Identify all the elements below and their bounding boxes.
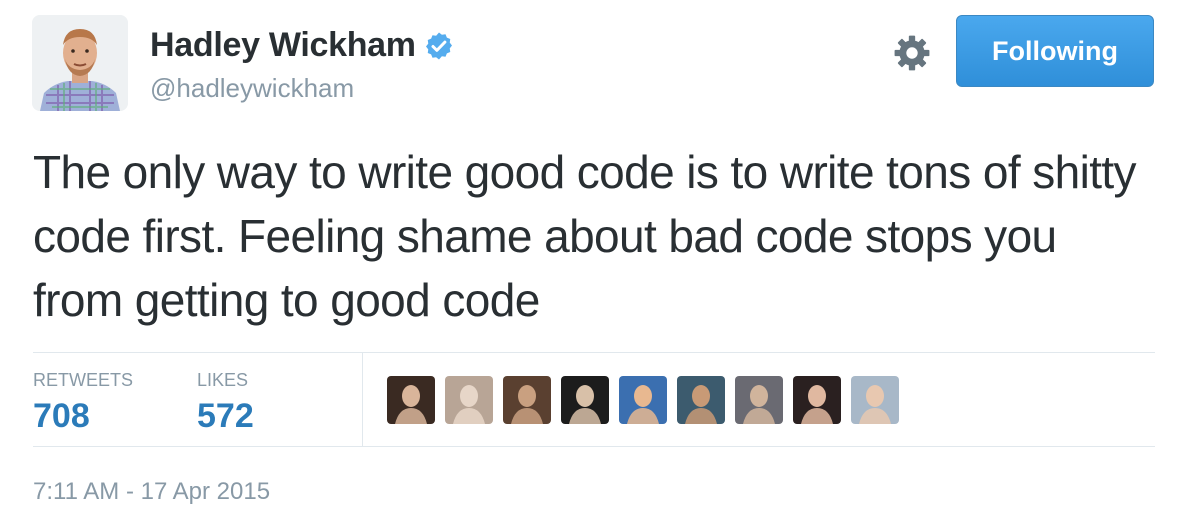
retweets-label: RETWEETS (33, 370, 134, 390)
liker-avatar[interactable] (793, 376, 841, 424)
liker-avatar[interactable] (851, 376, 899, 424)
liker-avatar[interactable] (619, 376, 667, 424)
stats-vertical-divider (362, 352, 363, 446)
likes-stat[interactable]: LIKES 572 (197, 370, 254, 436)
liker-avatar[interactable] (503, 376, 551, 424)
stats-bottom-divider (33, 446, 1155, 447)
liker-avatars (387, 376, 899, 424)
liker-avatar[interactable] (677, 376, 725, 424)
liker-avatar[interactable] (561, 376, 609, 424)
name-row: Hadley Wickham (150, 26, 454, 65)
tweet-text: The only way to write good code is to wr… (33, 146, 1137, 326)
retweets-stat[interactable]: RETWEETS 708 (33, 370, 133, 436)
handle[interactable]: @hadleywickham (150, 73, 354, 104)
liker-avatar[interactable] (445, 376, 493, 424)
avatar[interactable] (32, 15, 128, 111)
tweet-timestamp[interactable]: 7:11 AM - 17 Apr 2015 (33, 478, 270, 506)
likes-count: 572 (197, 397, 254, 435)
display-name[interactable]: Hadley Wickham (150, 26, 416, 65)
gear-icon[interactable] (893, 34, 931, 72)
retweets-count: 708 (33, 397, 90, 435)
verified-badge-icon (425, 32, 452, 59)
liker-avatar[interactable] (387, 376, 435, 424)
stats-top-divider (33, 352, 1155, 353)
liker-avatar[interactable] (735, 376, 783, 424)
likes-label: LIKES (197, 370, 249, 390)
following-button[interactable]: Following (956, 15, 1154, 87)
